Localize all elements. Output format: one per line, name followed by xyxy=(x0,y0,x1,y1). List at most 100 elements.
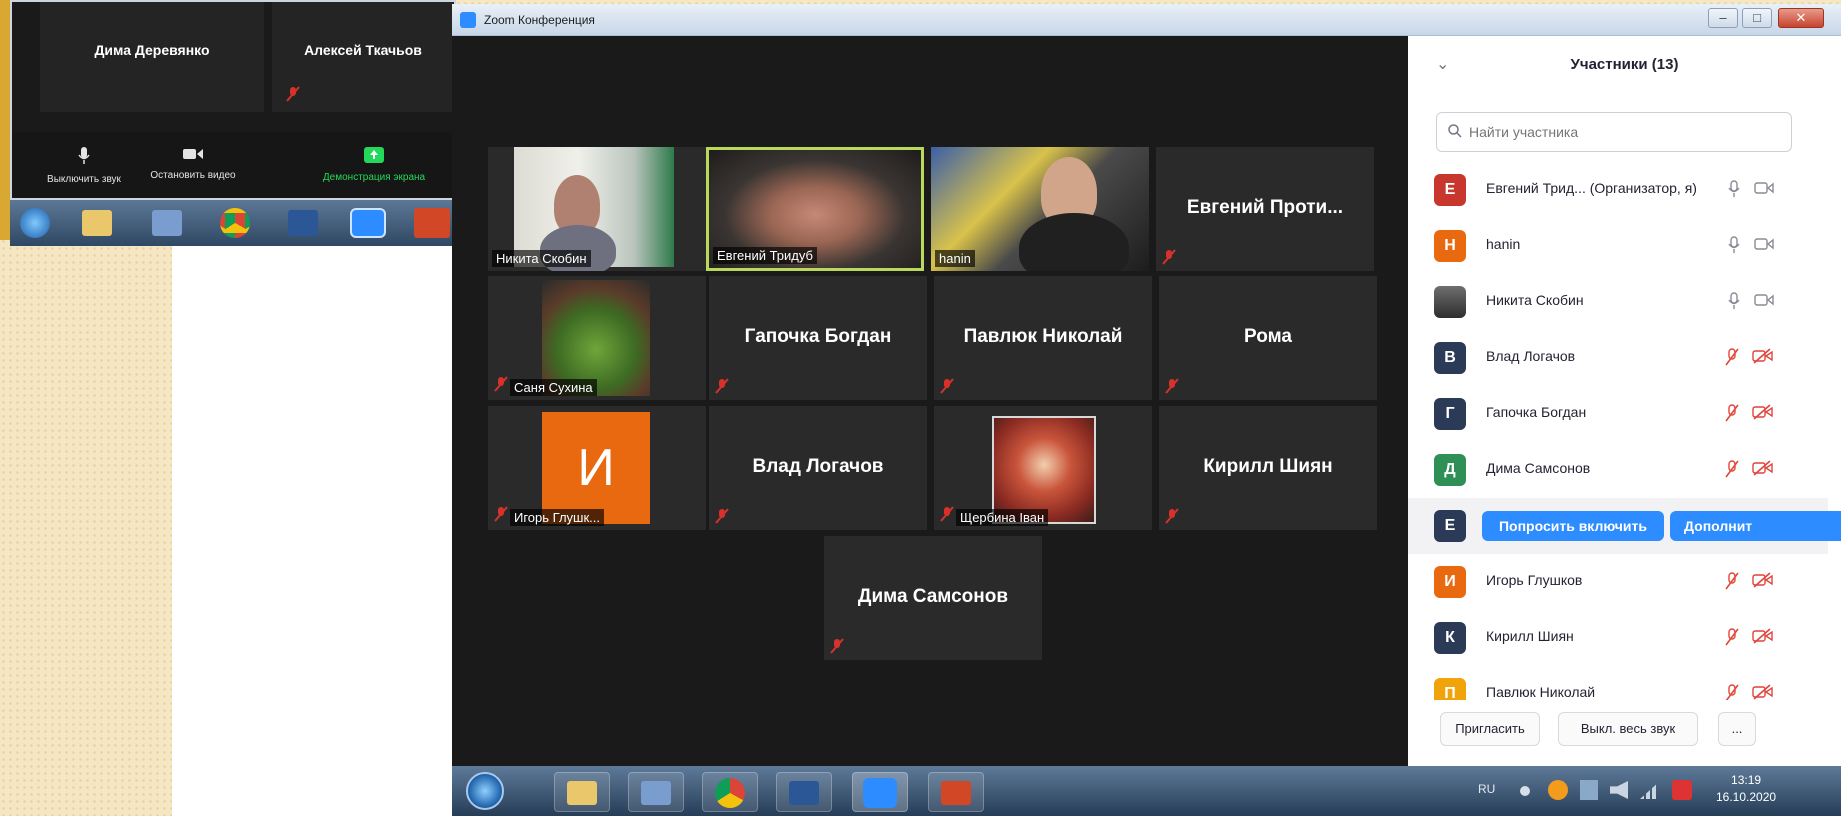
participant-row[interactable]: Г Гапочка Богдан xyxy=(1408,386,1828,442)
explorer-icon[interactable] xyxy=(554,772,610,812)
participant-row-hovered[interactable]: Е Попросить включить Дополнит xyxy=(1408,498,1841,554)
avatar: Г xyxy=(1434,398,1466,430)
participant-row[interactable]: Д Дима Самсонов xyxy=(1408,442,1828,498)
avatar: В xyxy=(1434,342,1466,374)
more-options-button[interactable]: ... xyxy=(1718,712,1756,746)
start-orb-icon[interactable] xyxy=(466,772,504,810)
microphone-icon xyxy=(1728,180,1740,197)
maximize-button[interactable]: □ xyxy=(1742,8,1772,28)
stop-video-label: Остановить видео xyxy=(150,170,236,181)
clock[interactable]: 13:19 16.10.2020 xyxy=(1716,772,1776,806)
invite-button[interactable]: Пригласить xyxy=(1440,712,1540,746)
back-tile-name: Дима Деревянко xyxy=(94,42,210,58)
zoom-icon[interactable] xyxy=(852,772,908,812)
participant-name: Никита Скобин xyxy=(1486,292,1584,308)
name-tile[interactable]: Гапочка Богдан xyxy=(709,276,927,400)
tile-name: Влад Логачов xyxy=(752,456,884,477)
participant-name: Гапочка Богдан xyxy=(1486,404,1587,420)
close-button[interactable]: ✕ xyxy=(1778,8,1824,28)
camera-icon xyxy=(1754,294,1774,306)
action-center-icon[interactable] xyxy=(1672,780,1692,800)
minimize-button[interactable]: – xyxy=(1708,8,1738,28)
share-screen-button[interactable]: Демонстрация экрана xyxy=(304,146,444,183)
participant-row[interactable]: H hanin xyxy=(1408,218,1828,274)
muted-mic-icon xyxy=(715,508,729,524)
muted-mic-icon xyxy=(1165,508,1179,524)
video-off-icon xyxy=(1752,684,1773,700)
word-icon[interactable] xyxy=(776,772,832,812)
powerpoint-icon[interactable] xyxy=(414,208,450,238)
clock-date: 16.10.2020 xyxy=(1716,790,1777,804)
video-tile-active-speaker[interactable]: Евгений Тридуб xyxy=(706,147,924,271)
participant-row[interactable]: Е Евгений Трид... (Организатор, я) xyxy=(1408,162,1828,218)
chrome-icon[interactable] xyxy=(702,772,758,812)
participant-row[interactable]: И Игорь Глушков xyxy=(1408,554,1828,610)
window-title: Zoom Конференция xyxy=(484,13,595,27)
image-tile[interactable]: Саня Сухина xyxy=(488,276,706,400)
video-tile[interactable]: Никита Скобин xyxy=(488,147,706,271)
image-tile[interactable]: Щербина Іван xyxy=(934,406,1152,530)
participant-name: Кирилл Шиян xyxy=(1486,628,1574,644)
signal-icon[interactable] xyxy=(1640,781,1660,799)
microphone-icon xyxy=(78,147,90,164)
initial-tile[interactable]: И Игорь Глушк... xyxy=(488,406,706,530)
explorer-icon[interactable] xyxy=(82,210,112,236)
avatar: Д xyxy=(1434,454,1466,486)
tile-name: Рома xyxy=(1244,326,1292,347)
muted-mic-icon xyxy=(1165,378,1179,394)
zoom-meeting-window: Zoom Конференция – □ ✕ Никита Скобин Евг… xyxy=(452,4,1841,766)
name-tile[interactable]: Евгений Проти... xyxy=(1156,147,1374,271)
video-tile[interactable]: hanin xyxy=(931,147,1149,271)
word-icon[interactable] xyxy=(288,210,318,236)
tile-name: Дима Самсонов xyxy=(857,586,1009,607)
muted-mic-icon xyxy=(715,378,729,394)
share-screen-label: Демонстрация экрана xyxy=(322,172,426,183)
participant-name: Евгений Трид... (Организатор, я) xyxy=(1486,180,1697,196)
tile-name-tag: Саня Сухина xyxy=(510,379,597,396)
tile-name-tag: hanin xyxy=(935,250,975,267)
name-tile[interactable]: Дима Самсонов xyxy=(824,536,1042,660)
microphone-icon xyxy=(1728,292,1740,309)
tile-name: Гапочка Богдан xyxy=(744,326,892,347)
chrome-icon[interactable] xyxy=(220,208,250,238)
name-tile[interactable]: Рома xyxy=(1159,276,1377,400)
name-tile[interactable]: Павлюк Николай xyxy=(934,276,1152,400)
participant-row[interactable]: Никита Скобин xyxy=(1408,274,1828,330)
back-tile-2: Алексей Ткачьов xyxy=(272,2,454,112)
mute-all-button[interactable]: Выкл. весь звук xyxy=(1558,712,1698,746)
powerpoint-icon[interactable] xyxy=(928,772,984,812)
network-icon[interactable] xyxy=(1580,780,1598,800)
participant-row[interactable]: К Кирилл Шиян xyxy=(1408,610,1828,666)
slide-content-area xyxy=(172,240,452,816)
avatar: К xyxy=(1434,622,1466,654)
video-feed xyxy=(514,147,674,271)
zoom-icon[interactable] xyxy=(350,208,386,238)
start-orb-icon[interactable] xyxy=(20,208,50,238)
camera-icon xyxy=(1754,238,1774,250)
tray-arrow-icon[interactable] xyxy=(1520,786,1530,796)
name-tile[interactable]: Кирилл Шиян xyxy=(1159,406,1377,530)
muted-mic-icon xyxy=(286,86,300,105)
paint-icon[interactable] xyxy=(152,210,182,236)
participant-row[interactable]: П Павлюк Николай xyxy=(1408,666,1828,700)
mute-button[interactable]: Выключить звук xyxy=(34,146,134,185)
video-off-icon xyxy=(1752,460,1773,476)
participant-name: Павлюк Николай xyxy=(1486,684,1596,700)
search-input[interactable] xyxy=(1469,121,1769,143)
search-icon xyxy=(1448,124,1462,138)
stop-video-button[interactable]: Остановить видео xyxy=(138,146,248,181)
name-tile[interactable]: Влад Логачов xyxy=(709,406,927,530)
volume-icon[interactable] xyxy=(1610,781,1628,799)
share-screen-icon xyxy=(364,147,384,163)
tile-name-tag: Никита Скобин xyxy=(492,250,591,267)
participant-search[interactable] xyxy=(1436,112,1792,152)
video-off-icon xyxy=(1752,572,1773,588)
participant-row[interactable]: В Влад Логачов xyxy=(1408,330,1828,386)
paint-icon[interactable] xyxy=(628,772,684,812)
more-button[interactable]: Дополнит xyxy=(1670,511,1841,541)
muted-mic-icon xyxy=(940,506,954,522)
ask-unmute-button[interactable]: Попросить включить xyxy=(1482,511,1664,541)
tray-app-icon[interactable] xyxy=(1548,780,1568,800)
language-indicator[interactable]: RU xyxy=(1478,782,1495,796)
muted-mic-icon xyxy=(494,506,508,522)
